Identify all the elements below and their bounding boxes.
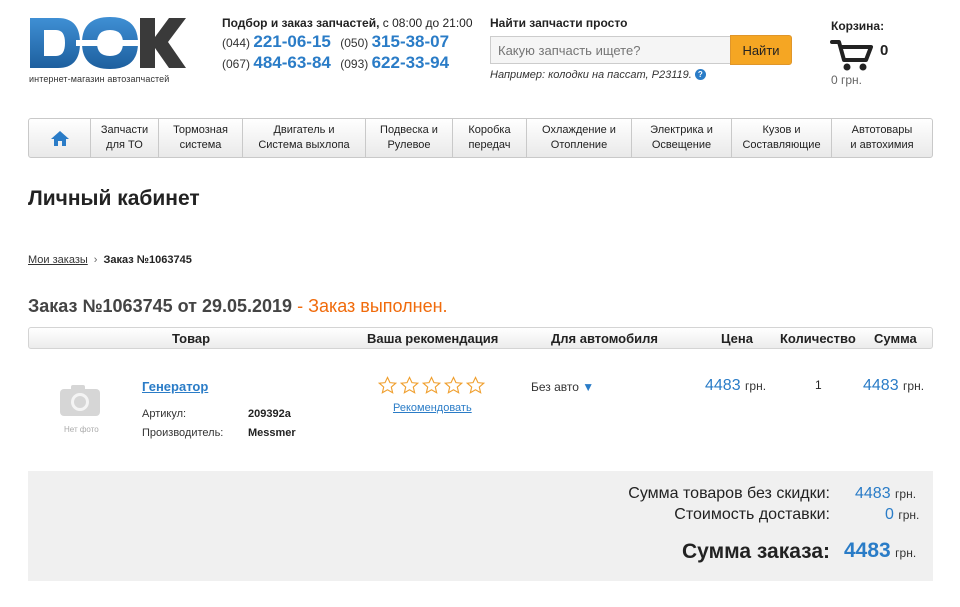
phone-number[interactable]: 484-63-84 [253,53,331,72]
order-status: - Заказ выполнен. [292,296,448,316]
nav-item-brakes[interactable]: Тормозная система [158,119,242,157]
search-input[interactable] [490,36,731,64]
phone-number[interactable]: 622-33-94 [372,53,450,72]
nav-item-transmission[interactable]: Коробка передач [452,119,526,157]
recommend-link[interactable]: Рекомендовать [393,402,472,414]
home-icon [50,130,69,146]
col-recommend: Ваша рекомендация [367,331,499,346]
nav-item-cooling[interactable]: Охлаждение и Отопление [526,119,631,157]
breadcrumb-current: Заказ №1063745 [103,254,192,266]
sum-value: 4483 [863,377,899,394]
phone-code: (050) [340,36,369,50]
goods-sum: 4483 грн. [855,485,916,503]
row-sum: 4483 грн. [863,377,924,395]
order-total: 4483 грн. [844,539,916,563]
phone-code: (067) [222,57,251,71]
hours-title: Подбор и заказ запчастей, [222,16,380,30]
breadcrumb-separator: › [93,254,98,266]
col-qty: Количество [780,331,856,346]
phone-row-2: (067) 484-63-84 (093) 622-33-94 [222,53,455,73]
phone-code: (093) [340,57,369,71]
sum-currency: грн. [903,379,925,393]
maker-value: Messmer [248,427,296,439]
cart-title: Корзина: [831,19,885,33]
help-icon[interactable]: ? [694,69,706,80]
row-price: 4483 грн. [705,377,766,395]
nav-item-electrics[interactable]: Электрика и Освещение [631,119,731,157]
goods-sum-value: 4483 [855,485,891,502]
delivery-label: Стоимость доставки: [674,506,830,523]
phone-number[interactable]: 315-38-07 [372,32,450,51]
search-hint: Например: колодки на пассат, P23119. ? [490,69,706,81]
delivery-currency: грн. [898,508,920,522]
nav-home[interactable] [29,119,90,157]
total-value: 4483 [844,539,891,562]
chevron-down-icon: ▼ [582,380,595,394]
col-price: Цена [721,331,753,346]
working-hours: Подбор и заказ запчастей, с 08:00 до 21:… [222,16,473,30]
breadcrumb: Мои заказы › Заказ №1063745 [28,254,192,266]
maker-label: Производитель: [142,427,224,439]
order-table-header: Товар Ваша рекомендация Для автомобиля Ц… [28,327,933,349]
col-sum: Сумма [874,331,917,346]
order-heading: Заказ №1063745 от 29.05.2019 - Заказ вып… [28,296,448,317]
delivery-sum: 0 грн. [885,506,919,524]
phone-row-1: (044) 221-06-15 (050) 315-38-07 [222,32,455,52]
phone-code: (044) [222,36,251,50]
cart-count: 0 [880,42,889,59]
row-qty: 1 [815,378,822,392]
col-product: Товар [172,331,211,346]
nav-item-to-parts[interactable]: Запчасти для ТО [90,119,158,157]
star-icon[interactable] [422,376,441,395]
nav-item-body[interactable]: Кузов и Составляющие [731,119,831,157]
category-nav: Запчасти для ТО Тормозная система Двигател… [28,118,933,158]
nav-item-engine[interactable]: Двигатель и Система выхлопа [242,119,365,157]
star-icon[interactable] [378,376,397,395]
nav-item-autochemistry[interactable]: Автотовары и автохимия [831,119,932,157]
goods-sum-label: Сумма товаров без скидки: [628,485,830,502]
camera-icon [60,385,100,416]
logo-tagline: интернет-магазин автозапчастей [29,74,170,84]
order-number-date: Заказ №1063745 от 29.05.2019 [28,296,293,316]
col-car: Для автомобиля [551,331,658,346]
page-title: Личный кабинет [28,187,200,210]
price-currency: грн. [745,379,767,393]
search-button[interactable]: Найти [730,35,792,65]
car-select-value: Без авто [531,380,579,394]
star-icon[interactable] [466,376,485,395]
cart-sum: 0 грн. [831,73,863,87]
star-icon[interactable] [444,376,463,395]
article-label: Артикул: [142,408,187,420]
price-value: 4483 [705,377,741,394]
car-select[interactable]: Без авто ▼ [531,380,594,394]
total-label: Сумма заказа: [682,540,830,563]
search-title: Найти запчасти просто [490,16,628,30]
delivery-value: 0 [885,506,894,523]
breadcrumb-my-orders[interactable]: Мои заказы [28,254,88,266]
phone-number[interactable]: 221-06-15 [253,32,331,51]
total-currency: грн. [895,546,917,560]
no-photo-label: Нет фото [64,425,99,434]
cart-icon[interactable] [830,38,874,72]
hours-time: с 08:00 до 21:00 [382,16,473,30]
rating-stars [378,376,485,395]
article-value: 209392a [248,408,291,420]
order-summary: Сумма товаров без скидки: 4483 грн. Стои… [28,471,933,581]
nav-item-suspension[interactable]: Подвеска и Рулевое [365,119,452,157]
search-hint-text: Например: колодки на пассат, P23119. [490,69,692,81]
star-icon[interactable] [400,376,419,395]
product-link[interactable]: Генератор [142,379,208,394]
goods-sum-currency: грн. [895,487,917,501]
